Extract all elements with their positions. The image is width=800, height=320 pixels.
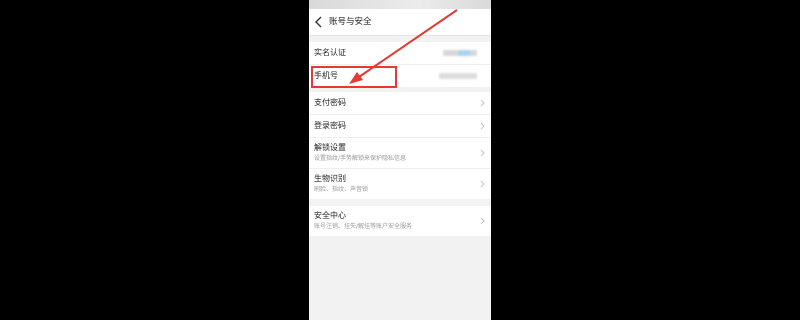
chevron-right-icon — [480, 180, 485, 188]
page-title: 账号与安全 — [329, 17, 372, 27]
row-subtitle: 刷脸、指纹、声音锁 — [314, 186, 369, 193]
chevron-right-icon — [480, 122, 485, 130]
nav-bar: 账号与安全 — [309, 9, 491, 36]
back-icon[interactable] — [314, 16, 324, 28]
chevron-right-icon — [480, 149, 485, 157]
phone-screen: 账号与安全 实名认证 手机号 支付密码 登录密码 解锁设置 设置指纹/手势解锁来… — [309, 0, 491, 320]
row-label: 支付密码 — [314, 98, 346, 107]
row-label: 安全中心 — [314, 211, 346, 220]
chevron-right-icon — [480, 217, 485, 225]
row-unlock-settings[interactable]: 解锁设置 设置指纹/手势解锁来保护隐私信息 — [309, 138, 491, 169]
security-settings-group: 支付密码 登录密码 解锁设置 设置指纹/手势解锁来保护隐私信息 生物识别 刷脸、… — [309, 92, 491, 199]
annotation-highlight-box — [311, 66, 397, 88]
security-center-group: 安全中心 账号注销、挂失/解挂等账户安全服务 — [309, 206, 491, 236]
row-label: 登录密码 — [314, 121, 346, 130]
row-subtitle: 设置指纹/手势解锁来保护隐私信息 — [314, 155, 407, 162]
row-subtitle: 账号注销、挂失/解挂等账户安全服务 — [314, 223, 413, 230]
row-real-name-auth[interactable]: 实名认证 — [309, 42, 491, 65]
row-login-password[interactable]: 登录密码 — [309, 115, 491, 138]
row-security-center[interactable]: 安全中心 账号注销、挂失/解挂等账户安全服务 — [309, 206, 491, 236]
blurred-value — [443, 50, 477, 56]
blurred-value — [439, 73, 477, 79]
row-biometrics[interactable]: 生物识别 刷脸、指纹、声音锁 — [309, 169, 491, 199]
row-label: 解锁设置 — [314, 143, 346, 152]
row-label: 实名认证 — [314, 48, 346, 57]
status-bar — [309, 0, 491, 9]
row-label: 生物识别 — [314, 174, 346, 183]
chevron-right-icon — [480, 99, 485, 107]
row-payment-password[interactable]: 支付密码 — [309, 92, 491, 115]
